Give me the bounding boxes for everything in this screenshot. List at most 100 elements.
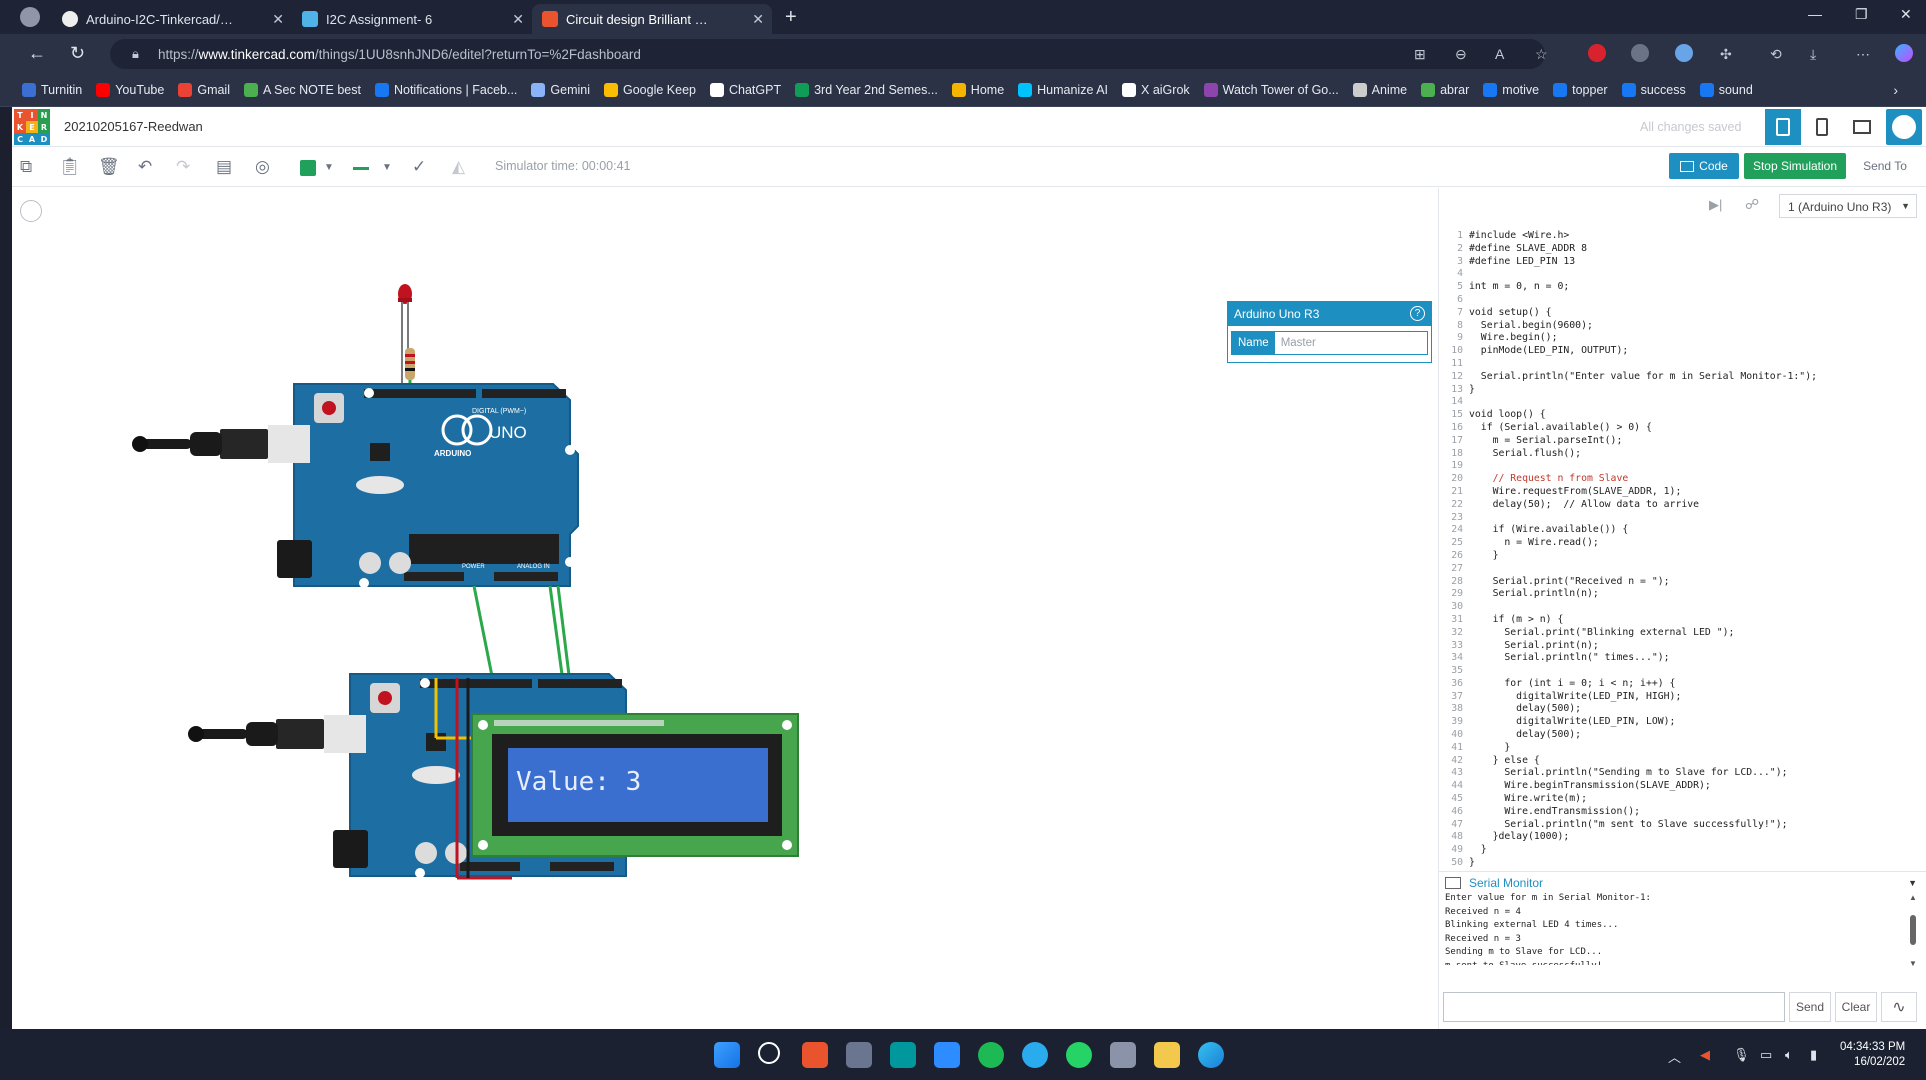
adblock-icon[interactable] (1588, 44, 1606, 62)
name-value[interactable]: Master (1275, 332, 1322, 354)
name-field[interactable]: Name Master (1231, 331, 1428, 355)
bookmark-item[interactable]: Gmail (178, 83, 230, 97)
network-icon[interactable]: ▭ (1760, 1047, 1772, 1063)
serial-monitor-header[interactable]: Serial Monitor ▼ (1439, 871, 1926, 893)
bookmark-item[interactable]: Home (951, 83, 1004, 97)
edge-browser-icon[interactable] (1198, 1042, 1224, 1068)
chevron-up-icon[interactable]: ︿ (1668, 1047, 1681, 1066)
bookmark-item[interactable]: sound (1699, 83, 1753, 97)
circuit-view-button[interactable] (1765, 109, 1801, 145)
extension-glasses-icon[interactable] (1631, 44, 1649, 62)
new-tab-icon[interactable]: + (785, 6, 797, 29)
circuit-canvas[interactable]: UNO ARDUINO DIGITAL (PWM~) POWER ANALOG … (12, 188, 1438, 1029)
bookmark-item[interactable]: Turnitin (22, 83, 82, 97)
serial-graph-button[interactable]: ∿ (1881, 992, 1917, 1022)
help-icon[interactable]: ? (1410, 306, 1425, 321)
bookmark-item[interactable]: Humanize AI (1018, 83, 1108, 97)
notes-visibility-icon[interactable]: ◎ (255, 157, 270, 177)
flip-icon[interactable]: ◭ (452, 157, 465, 177)
minimize-icon[interactable]: — (1808, 6, 1822, 22)
close-icon[interactable]: ✕ (272, 11, 284, 28)
app-icon[interactable] (846, 1042, 872, 1068)
bookmark-item[interactable]: abrar (1421, 83, 1469, 97)
browser-tab-tinkercad[interactable]: Circuit design Brilliant Curcan - Ti ✕ (532, 4, 772, 34)
serial-clear-button[interactable]: Clear (1835, 992, 1877, 1022)
project-name[interactable]: 20210205167-Reedwan (64, 119, 203, 134)
whatsapp-icon[interactable] (1066, 1042, 1092, 1068)
browser-profile-icon[interactable] (20, 7, 40, 27)
bookmark-item[interactable]: topper (1553, 83, 1608, 97)
undo-icon[interactable]: ↶ (138, 157, 152, 177)
tinkercad-logo[interactable]: T I N K E R C A D (14, 109, 50, 145)
extension-circle-icon[interactable] (1675, 44, 1693, 62)
bookmark-item[interactable]: ChatGPT (709, 83, 781, 97)
stop-simulation-button[interactable]: Stop Simulation (1744, 153, 1846, 179)
bookmark-item[interactable]: Anime (1352, 83, 1407, 97)
bookmark-item[interactable]: X aiGrok (1122, 83, 1190, 97)
volume-icon[interactable]: 🔈︎ (1785, 1047, 1793, 1063)
user-avatar[interactable] (1886, 109, 1922, 145)
file-explorer-icon[interactable] (1154, 1042, 1180, 1068)
bookmark-item[interactable]: Watch Tower of Go... (1203, 83, 1339, 97)
wire-type-picker[interactable] (353, 167, 369, 170)
app-icon[interactable] (802, 1042, 828, 1068)
telegram-icon[interactable] (1022, 1042, 1048, 1068)
search-icon[interactable] (758, 1042, 780, 1064)
code-button[interactable]: Code (1669, 153, 1739, 179)
chevron-down-icon[interactable]: ▼ (382, 162, 392, 173)
close-icon[interactable]: ✕ (512, 11, 524, 28)
chevron-down-icon[interactable]: ▼ (1908, 878, 1917, 888)
rotate-icon[interactable]: ✓ (412, 157, 426, 177)
download-icon[interactable]: ⤓ (1810, 46, 1816, 63)
zoom-app-icon[interactable] (934, 1042, 960, 1068)
bookmark-item[interactable]: Google Keep (604, 83, 696, 97)
bookmark-item[interactable]: motive (1483, 83, 1539, 97)
read-aloud-icon[interactable]: A (1495, 46, 1504, 62)
bookmark-item[interactable]: 3rd Year 2nd Semes... (795, 83, 938, 97)
lcd-16x2[interactable]: Value: 3 (471, 713, 799, 857)
schematic-view-button[interactable] (1804, 109, 1840, 145)
restore-icon[interactable]: ❐ (1855, 6, 1868, 23)
arduino-master[interactable]: UNO ARDUINO DIGITAL (PWM~) POWER ANALOG … (277, 383, 579, 588)
copy-icon[interactable]: ⧉ (20, 157, 32, 177)
tray-app-icon[interactable]: ◀ (1700, 1047, 1710, 1063)
history-icon[interactable]: ⟲ (1770, 46, 1782, 63)
taskbar-clock[interactable]: 04:34:33 PM 16/02/202 (1840, 1040, 1905, 1070)
debugger-icon[interactable]: ☍ (1745, 196, 1759, 213)
spotify-icon[interactable] (978, 1042, 1004, 1068)
i2c-wire[interactable] (472, 585, 494, 677)
bookmark-item[interactable]: Gemini (531, 83, 590, 97)
bookmark-item[interactable]: YouTube (96, 83, 164, 97)
window-close-icon[interactable]: ✕ (1900, 6, 1912, 23)
paste-icon[interactable]: 📋︎ (59, 157, 81, 177)
chevron-down-icon[interactable]: ▼ (324, 162, 334, 173)
component-list-button[interactable] (1844, 109, 1880, 145)
scrollbar[interactable]: ▲ ▼ (1909, 893, 1917, 973)
redo-icon[interactable]: ↷ (176, 157, 190, 177)
delete-icon[interactable]: 🗑︎ (98, 157, 120, 177)
battery-icon[interactable]: ▮ (1810, 1047, 1817, 1063)
more-menu-icon[interactable]: ⋯ (1856, 46, 1870, 63)
scroll-thumb[interactable] (1910, 915, 1916, 945)
serial-input[interactable] (1443, 992, 1785, 1022)
code-editor[interactable]: 1 #include <Wire.h> 2 #define SLAVE_ADDR 8 3… (1447, 230, 1923, 870)
step-debug-icon[interactable]: ▶︎| (1709, 197, 1722, 213)
back-icon[interactable]: ← (28, 43, 46, 64)
color-picker[interactable] (300, 160, 316, 176)
browser-tab-assignment[interactable]: I2C Assignment- 6 ✕ (292, 4, 532, 34)
extensions-puzzle-icon[interactable]: ✣ (1720, 46, 1732, 63)
microphone-icon[interactable]: 🎙︎ (1733, 1047, 1750, 1063)
notes-icon[interactable]: ▤ (216, 157, 232, 177)
send-to-button[interactable]: Send To (1850, 153, 1920, 179)
app-install-icon[interactable]: ⊞ (1414, 46, 1426, 63)
url-field[interactable]: 🔒︎ https://www.tinkercad.com/things/1UU8… (110, 39, 1545, 69)
scroll-up-icon[interactable]: ▲ (1909, 893, 1917, 902)
more-bookmarks-icon[interactable]: › (1893, 82, 1898, 98)
zoom-icon[interactable]: ⊖ (1455, 46, 1467, 63)
bookmark-item[interactable]: Notifications | Faceb... (374, 83, 517, 97)
start-icon[interactable] (714, 1042, 740, 1068)
bookmark-item[interactable]: A Sec NOTE best (244, 83, 361, 97)
app-icon[interactable] (1110, 1042, 1136, 1068)
copilot-icon[interactable] (1895, 44, 1913, 62)
reload-icon[interactable]: ↻ (70, 43, 85, 64)
